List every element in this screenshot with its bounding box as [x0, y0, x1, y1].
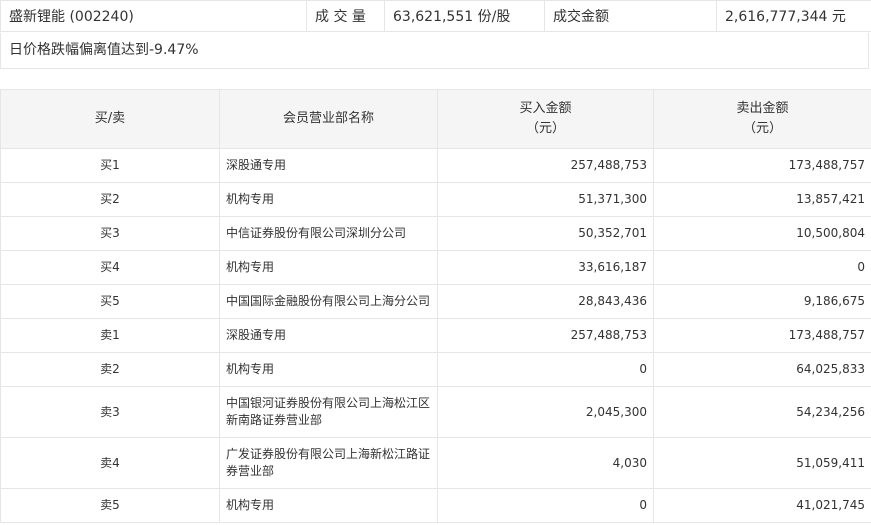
sell-header: 卖出金额 （元）: [653, 89, 871, 149]
sell-amount-cell: 13,857,421: [653, 182, 871, 217]
buy-amount-cell: 4,030: [437, 437, 654, 489]
sell-amount-cell: 41,021,745: [653, 488, 871, 523]
broker-name-cell: 中信证券股份有限公司深圳分公司: [219, 216, 438, 251]
table-row: 买1 深股通专用 257,488,753 173,488,757: [0, 148, 871, 183]
table-row: 卖2 机构专用 0 64,025,833: [0, 352, 871, 387]
broker-name-cell: 中国银河证券股份有限公司上海松江区新南路证券营业部: [219, 386, 438, 438]
stock-name-code: 盛新锂能 (002240): [0, 0, 307, 32]
table-row: 买5 中国国际金融股份有限公司上海分公司 28,843,436 9,186,67…: [0, 284, 871, 319]
deviation-note: 日价格跌幅偏离值达到-9.47%: [0, 33, 869, 69]
stock-info-table: 盛新锂能 (002240) 成 交 量 63,621,551 份/股 成交金额 …: [0, 0, 871, 32]
name-header: 会员营业部名称: [219, 89, 438, 149]
table-row: 卖5 机构专用 0 41,021,745: [0, 488, 871, 523]
buy-amount-cell: 28,843,436: [437, 284, 654, 319]
broker-name-cell: 机构专用: [219, 250, 438, 285]
table-row: 买4 机构专用 33,616,187 0: [0, 250, 871, 285]
broker-name-cell: 机构专用: [219, 182, 438, 217]
table-row: 卖1 深股通专用 257,488,753 173,488,757: [0, 318, 871, 353]
broker-table: 买/卖 会员营业部名称 买入金额 （元） 卖出金额 （元） 买1 深股通专用 2…: [0, 89, 871, 523]
sell-header-title: 卖出金额: [736, 101, 789, 116]
amount-label: 成交金额: [544, 0, 717, 32]
sell-amount-cell: 51,059,411: [653, 437, 871, 489]
sell-amount-cell: 9,186,675: [653, 284, 871, 319]
side-cell: 买1: [0, 148, 220, 183]
side-cell: 买4: [0, 250, 220, 285]
sell-amount-cell: 64,025,833: [653, 352, 871, 387]
broker-name-cell: 机构专用: [219, 352, 438, 387]
side-cell: 卖2: [0, 352, 220, 387]
buy-amount-cell: 257,488,753: [437, 318, 654, 353]
buy-amount-cell: 50,352,701: [437, 216, 654, 251]
sell-amount-cell: 54,234,256: [653, 386, 871, 438]
sell-amount-cell: 173,488,757: [653, 318, 871, 353]
side-cell: 卖1: [0, 318, 220, 353]
sell-header-unit: （元）: [742, 121, 782, 136]
side-cell: 卖3: [0, 386, 220, 438]
buy-amount-cell: 0: [437, 352, 654, 387]
broker-name-cell: 中国国际金融股份有限公司上海分公司: [219, 284, 438, 319]
side-cell: 买2: [0, 182, 220, 217]
buy-amount-cell: 33,616,187: [437, 250, 654, 285]
stock-info-row: 盛新锂能 (002240) 成 交 量 63,621,551 份/股 成交金额 …: [0, 0, 871, 32]
buy-header-title: 买入金额: [519, 101, 572, 116]
table-row: 买2 机构专用 51,371,300 13,857,421: [0, 182, 871, 217]
buy-amount-cell: 2,045,300: [437, 386, 654, 438]
sell-amount-cell: 173,488,757: [653, 148, 871, 183]
table-row: 卖4 广发证券股份有限公司上海新松江路证券营业部 4,030 51,059,41…: [0, 437, 871, 489]
buy-amount-cell: 51,371,300: [437, 182, 654, 217]
broker-name-cell: 机构专用: [219, 488, 438, 523]
broker-name-cell: 深股通专用: [219, 318, 438, 353]
table-row: 买3 中信证券股份有限公司深圳分公司 50,352,701 10,500,804: [0, 216, 871, 251]
side-cell: 买5: [0, 284, 220, 319]
buy-amount-cell: 257,488,753: [437, 148, 654, 183]
table-row: 卖3 中国银河证券股份有限公司上海松江区新南路证券营业部 2,045,300 5…: [0, 386, 871, 438]
side-header: 买/卖: [0, 89, 220, 149]
sell-amount-cell: 10,500,804: [653, 216, 871, 251]
table-header-row: 买/卖 会员营业部名称 买入金额 （元） 卖出金额 （元）: [0, 89, 871, 149]
broker-name-cell: 深股通专用: [219, 148, 438, 183]
volume-label: 成 交 量: [306, 0, 385, 32]
buy-header-unit: （元）: [525, 121, 565, 136]
side-cell: 卖5: [0, 488, 220, 523]
buy-header: 买入金额 （元）: [437, 89, 654, 149]
broker-name-cell: 广发证券股份有限公司上海新松江路证券营业部: [219, 437, 438, 489]
sell-amount-cell: 0: [653, 250, 871, 285]
side-cell: 买3: [0, 216, 220, 251]
volume-value: 63,621,551 份/股: [384, 0, 545, 32]
buy-amount-cell: 0: [437, 488, 654, 523]
side-cell: 卖4: [0, 437, 220, 489]
amount-value: 2,616,777,344 元: [716, 0, 871, 32]
